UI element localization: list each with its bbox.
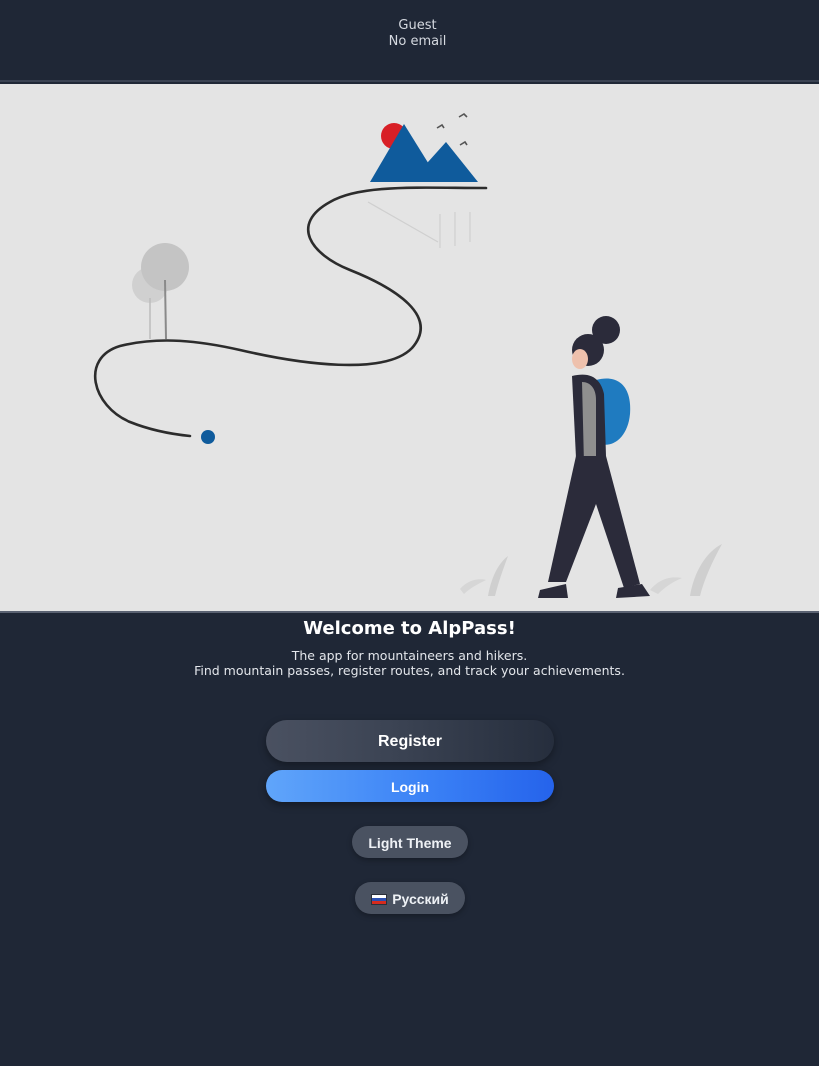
user-email: No email bbox=[388, 34, 447, 49]
welcome-subtitle-line2: Find mountain passes, register routes, a… bbox=[194, 663, 625, 678]
language-button[interactable]: Русский bbox=[355, 882, 465, 914]
welcome-screen: Guest No email Welcome to AlpPass! The a… bbox=[0, 0, 819, 1066]
welcome-subtitle-line1: The app for mountaineers and hikers. bbox=[291, 648, 528, 663]
hiker-illustration-icon bbox=[0, 84, 819, 611]
hero-illustration bbox=[0, 84, 819, 613]
user-name: Guest bbox=[398, 18, 437, 33]
welcome-title: Welcome to AlpPass! bbox=[303, 618, 516, 639]
russian-flag-icon bbox=[371, 894, 388, 905]
theme-toggle-button[interactable]: Light Theme bbox=[352, 826, 468, 858]
destination-dot-icon bbox=[201, 430, 215, 444]
register-button[interactable]: Register bbox=[266, 720, 554, 762]
user-header: Guest No email bbox=[0, 0, 819, 82]
login-button[interactable]: Login bbox=[266, 770, 554, 802]
language-label: Русский bbox=[392, 891, 449, 907]
